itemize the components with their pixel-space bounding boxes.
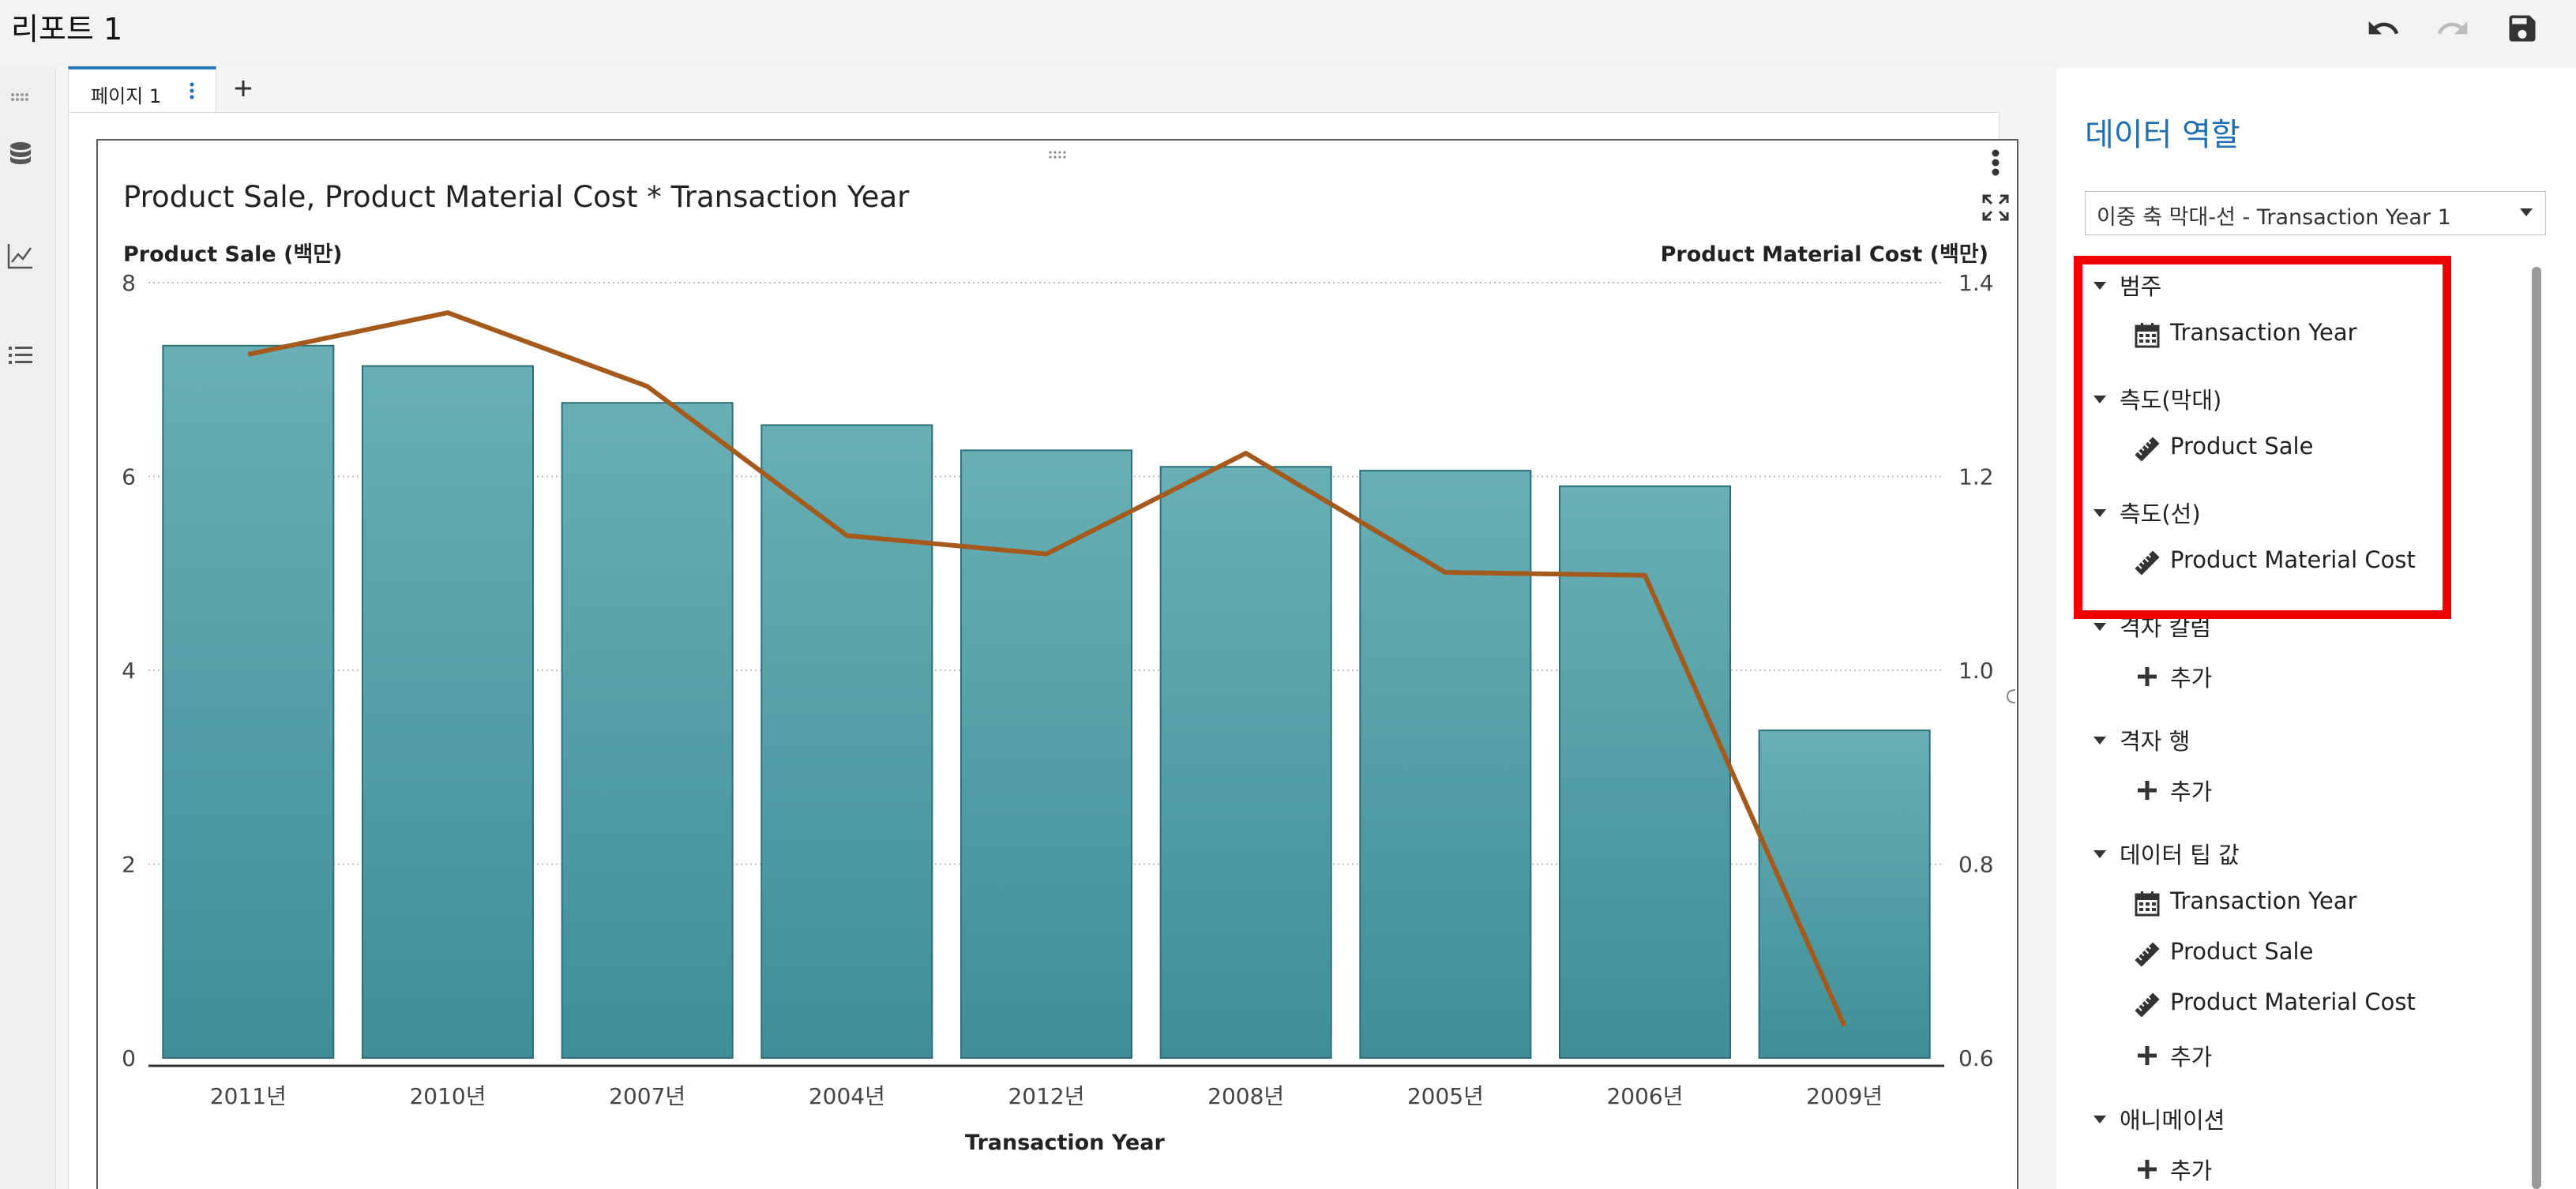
bar [1558, 485, 1732, 1059]
ruler-icon [2134, 941, 2161, 968]
chevron-down-icon[interactable] [2093, 734, 2107, 745]
y2-tick-label: 1.4 [1958, 270, 1994, 296]
x-tick-label: 2011년 [210, 1083, 287, 1109]
chart-object-select[interactable]: 이중 축 막대-선 - Transaction Year 1 [2085, 191, 2546, 235]
ruler-icon [2134, 992, 2161, 1018]
x-tick-label: 2008년 [1207, 1083, 1284, 1109]
y-tick-label: 8 [122, 270, 136, 296]
role-field-item[interactable]: Product Material Cost [2170, 988, 2416, 1015]
section-label: 애니메이션 [2120, 1107, 2225, 1134]
x-tick-label: 2012년 [1008, 1083, 1084, 1109]
section-label: 격자 행 [2120, 728, 2191, 755]
chevron-down-icon [2518, 206, 2534, 219]
role-field-item[interactable]: Transaction Year [2170, 887, 2357, 914]
role-field-item[interactable]: Product Sale [2170, 938, 2313, 965]
bar [361, 365, 535, 1059]
chevron-down-icon[interactable] [2093, 848, 2107, 859]
add-field-button[interactable]: 추가 [2170, 774, 2212, 807]
chart-object-select-value: 이중 축 막대-선 - Transaction Year 1 [2097, 205, 2451, 230]
scroll-thumb[interactable] [2532, 267, 2541, 1189]
chevron-down-icon[interactable] [2093, 621, 2107, 632]
calendar-icon [2134, 891, 2161, 917]
y2-tick-label: 0.6 [1958, 1045, 1994, 1071]
y-tick-label: 0 [122, 1045, 136, 1071]
x-tick-label: 2010년 [409, 1083, 486, 1109]
plus-icon [2134, 1042, 2161, 1069]
x-tick-label: 2007년 [609, 1083, 685, 1109]
y-tick-label: 6 [122, 464, 136, 490]
add-field-button[interactable]: 추가 [2170, 1039, 2212, 1072]
y2-tick-label: 1.2 [1958, 464, 1994, 490]
x-tick-label: 2006년 [1606, 1083, 1683, 1109]
bar [959, 449, 1133, 1059]
chevron-down-icon[interactable] [2093, 1113, 2107, 1124]
plus-icon [2134, 777, 2161, 804]
plus-icon [2134, 1156, 2161, 1183]
bar [561, 402, 734, 1059]
y-tick-label: 2 [122, 852, 136, 878]
y-tick-label: 4 [122, 658, 136, 684]
highlight-box [2074, 256, 2451, 619]
x-tick-label: 2004년 [809, 1083, 885, 1109]
add-field-button[interactable]: 추가 [2170, 1153, 2212, 1186]
bar [162, 344, 335, 1060]
x-tick-label: 2009년 [1806, 1083, 1883, 1109]
y2-tick-label: 0.8 [1958, 852, 1994, 878]
y2-tick-label: 1.0 [1958, 658, 1994, 684]
plus-icon [2134, 663, 2161, 690]
panel-title: 데이터 역할 [2085, 117, 2240, 153]
section-label: 데이터 팁 값 [2120, 842, 2240, 868]
add-field-button[interactable]: 추가 [2170, 660, 2212, 693]
bar [760, 424, 933, 1059]
bar [1359, 470, 1532, 1059]
x-tick-label: 2005년 [1407, 1083, 1484, 1109]
bar [1159, 466, 1332, 1059]
panel-scrollbar[interactable] [2532, 267, 2541, 1189]
